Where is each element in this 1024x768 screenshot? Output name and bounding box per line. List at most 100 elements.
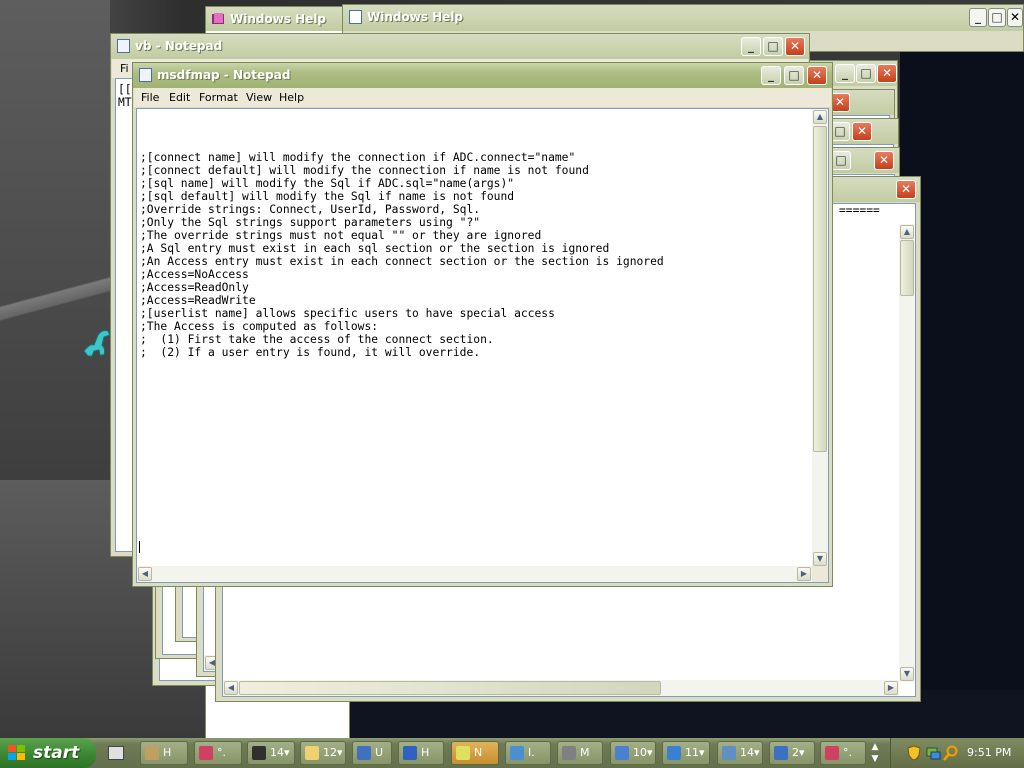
windows-help-titlebar[interactable]: Windows Help _ □ ✕ — [343, 5, 1023, 31]
taskbar-button-9[interactable]: 10▾ — [610, 741, 656, 765]
text-line: ;[sql name] will modify the Sql if ADC.s… — [140, 177, 515, 190]
clock: 9:51 PM — [967, 746, 1012, 759]
taskbar-button-12[interactable]: 2▾ — [769, 741, 815, 765]
msdfmap-notepad-title: msdfmap - Notepad — [157, 68, 291, 82]
start-label: start — [33, 743, 80, 763]
scroll-thumb[interactable] — [900, 240, 914, 296]
minimize-button[interactable]: _ — [741, 37, 761, 56]
horizontal-scrollbar[interactable]: ◀ ▶ — [137, 566, 813, 582]
scroll-down-button[interactable]: ▼ — [813, 552, 827, 566]
vertical-scrollbar[interactable]: ▲ ▼ — [899, 224, 915, 682]
search-icon[interactable] — [943, 745, 959, 761]
vertical-scrollbar[interactable]: ▲ ▼ — [812, 109, 828, 567]
scroll-up-button[interactable]: ▲ — [813, 110, 827, 124]
background-text: ====== — [839, 204, 880, 217]
taskbar-button-label: 2▾ — [792, 746, 805, 759]
scroll-left-button[interactable]: ◀ — [224, 681, 238, 695]
close-button[interactable]: ✕ — [807, 66, 827, 85]
maximize-button[interactable]: □ — [988, 8, 1006, 27]
scroll-up-button[interactable]: ▲ — [900, 225, 914, 239]
setup-icon — [357, 746, 371, 760]
scroll-right-button[interactable]: ▶ — [884, 681, 898, 695]
cmd-icon — [252, 746, 266, 760]
maximize-button[interactable]: □ — [830, 122, 850, 141]
window-icon — [349, 10, 362, 24]
taskbar-button-4[interactable]: U — [352, 741, 392, 765]
minimize-button[interactable]: _ — [969, 8, 987, 27]
taskbar-button-6[interactable]: N — [451, 741, 499, 765]
text-line: ;Access=NoAccess — [140, 268, 249, 281]
ie-icon — [510, 746, 524, 760]
text-line: ;[userlist name] allows specific users t… — [140, 307, 555, 320]
taskbar-button-1[interactable]: °. — [194, 741, 242, 765]
help-icon — [403, 746, 417, 760]
taskbar-button-8[interactable]: M — [557, 741, 603, 765]
scroll-thumb[interactable] — [239, 681, 661, 695]
close-button[interactable]: ✕ — [877, 64, 897, 83]
monitor-icon — [562, 746, 576, 760]
scroll-left-button[interactable]: ◀ — [138, 567, 152, 581]
taskbar-button-13[interactable]: °. — [820, 741, 866, 765]
text-line: ;Access=ReadOnly — [140, 281, 249, 294]
msdfmap-notepad-window[interactable]: msdfmap - Notepad _ □ ✕ File Edit Format… — [132, 62, 833, 587]
keyboard-icon[interactable] — [108, 746, 124, 760]
taskbar-button-5[interactable]: H — [398, 741, 444, 765]
desktop-wallpaper-left — [0, 0, 110, 480]
maximize-button[interactable]: □ — [856, 64, 876, 83]
horizontal-scrollbar[interactable]: ◀ ▶ — [223, 680, 899, 696]
maximize-button[interactable]: □ — [784, 66, 804, 85]
menu-help[interactable]: Help — [279, 91, 304, 104]
text-line: ;Only the Sql strings support parameters… — [140, 216, 481, 229]
security-shield-icon[interactable] — [907, 745, 921, 761]
text-line: ;A Sql entry must exist in each sql sect… — [140, 242, 610, 255]
help-book-icon — [212, 13, 224, 24]
menu-edit[interactable]: Edit — [169, 91, 190, 104]
minimize-button[interactable]: _ — [761, 66, 781, 85]
scroll-down-button[interactable]: ▼ — [900, 667, 914, 681]
maximize-button[interactable]: □ — [763, 37, 783, 56]
close-button[interactable]: ✕ — [852, 122, 872, 141]
maximize-button[interactable]: □ — [831, 151, 851, 170]
menu-file[interactable]: Fi — [120, 62, 129, 75]
dinosaur-icon[interactable] — [80, 325, 114, 359]
paint-icon — [825, 746, 839, 760]
size-grip[interactable] — [812, 566, 828, 582]
taskbar: start H °. 14▾ 12▾ U H N I. M 10▾ 11▾ 14▾ 2▾ °. ▲ ▼ 9:… — [0, 738, 1024, 768]
taskbar-scroll-arrows[interactable]: ▲ ▼ — [868, 741, 882, 765]
network-icon[interactable] — [925, 745, 941, 761]
start-button[interactable]: start — [0, 738, 96, 768]
minimize-button[interactable]: _ — [835, 64, 855, 83]
close-button[interactable]: ✕ — [874, 151, 894, 170]
paint-group-icon — [199, 746, 213, 760]
window-group-icon — [615, 746, 629, 760]
text-line: ; (1) First take the access of the conne… — [140, 333, 494, 346]
menu-file[interactable]: File — [141, 91, 159, 104]
vb-notepad-titlebar[interactable]: vb - Notepad _ □ ✕ — [111, 34, 809, 59]
taskbar-button-label: M — [580, 746, 590, 759]
taskbar-button-label: 14▾ — [270, 746, 290, 759]
taskbar-button-3[interactable]: 12▾ — [300, 741, 346, 765]
scroll-right-button[interactable]: ▶ — [797, 567, 811, 581]
taskbar-button-11[interactable]: 14▾ — [717, 741, 763, 765]
taskbar-button-label: 11▾ — [685, 746, 705, 759]
close-button[interactable]: ✕ — [1007, 8, 1023, 27]
taskbar-button-0[interactable]: H — [140, 741, 188, 765]
taskbar-button-7[interactable]: I. — [505, 741, 551, 765]
windows-help-back-titlebar[interactable]: Windows Help — [206, 7, 349, 31]
scroll-thumb[interactable] — [813, 126, 827, 452]
text-line: ;[connect name] will modify the connecti… — [140, 151, 576, 164]
taskbar-button-10[interactable]: 11▾ — [662, 741, 710, 765]
menu-format[interactable]: Format — [199, 91, 238, 104]
msdfmap-text-area[interactable]: ;[connect name] will modify the connecti… — [136, 108, 829, 583]
text-line: ;[sql default] will modify the Sql if na… — [140, 190, 515, 203]
msdfmap-notepad-titlebar[interactable]: msdfmap - Notepad _ □ ✕ — [133, 63, 832, 88]
notepad-icon — [117, 39, 130, 53]
close-button[interactable]: ✕ — [785, 37, 805, 56]
close-button[interactable]: ✕ — [830, 93, 850, 112]
taskbar-button-2[interactable]: 14▾ — [247, 741, 295, 765]
vb-notepad-title: vb - Notepad — [135, 39, 223, 53]
msdfmap-menubar: File Edit Format View Help — [134, 88, 831, 107]
menu-view[interactable]: View — [246, 91, 272, 104]
close-button[interactable]: ✕ — [896, 180, 916, 199]
taskbar-button-label: 14▾ — [740, 746, 760, 759]
